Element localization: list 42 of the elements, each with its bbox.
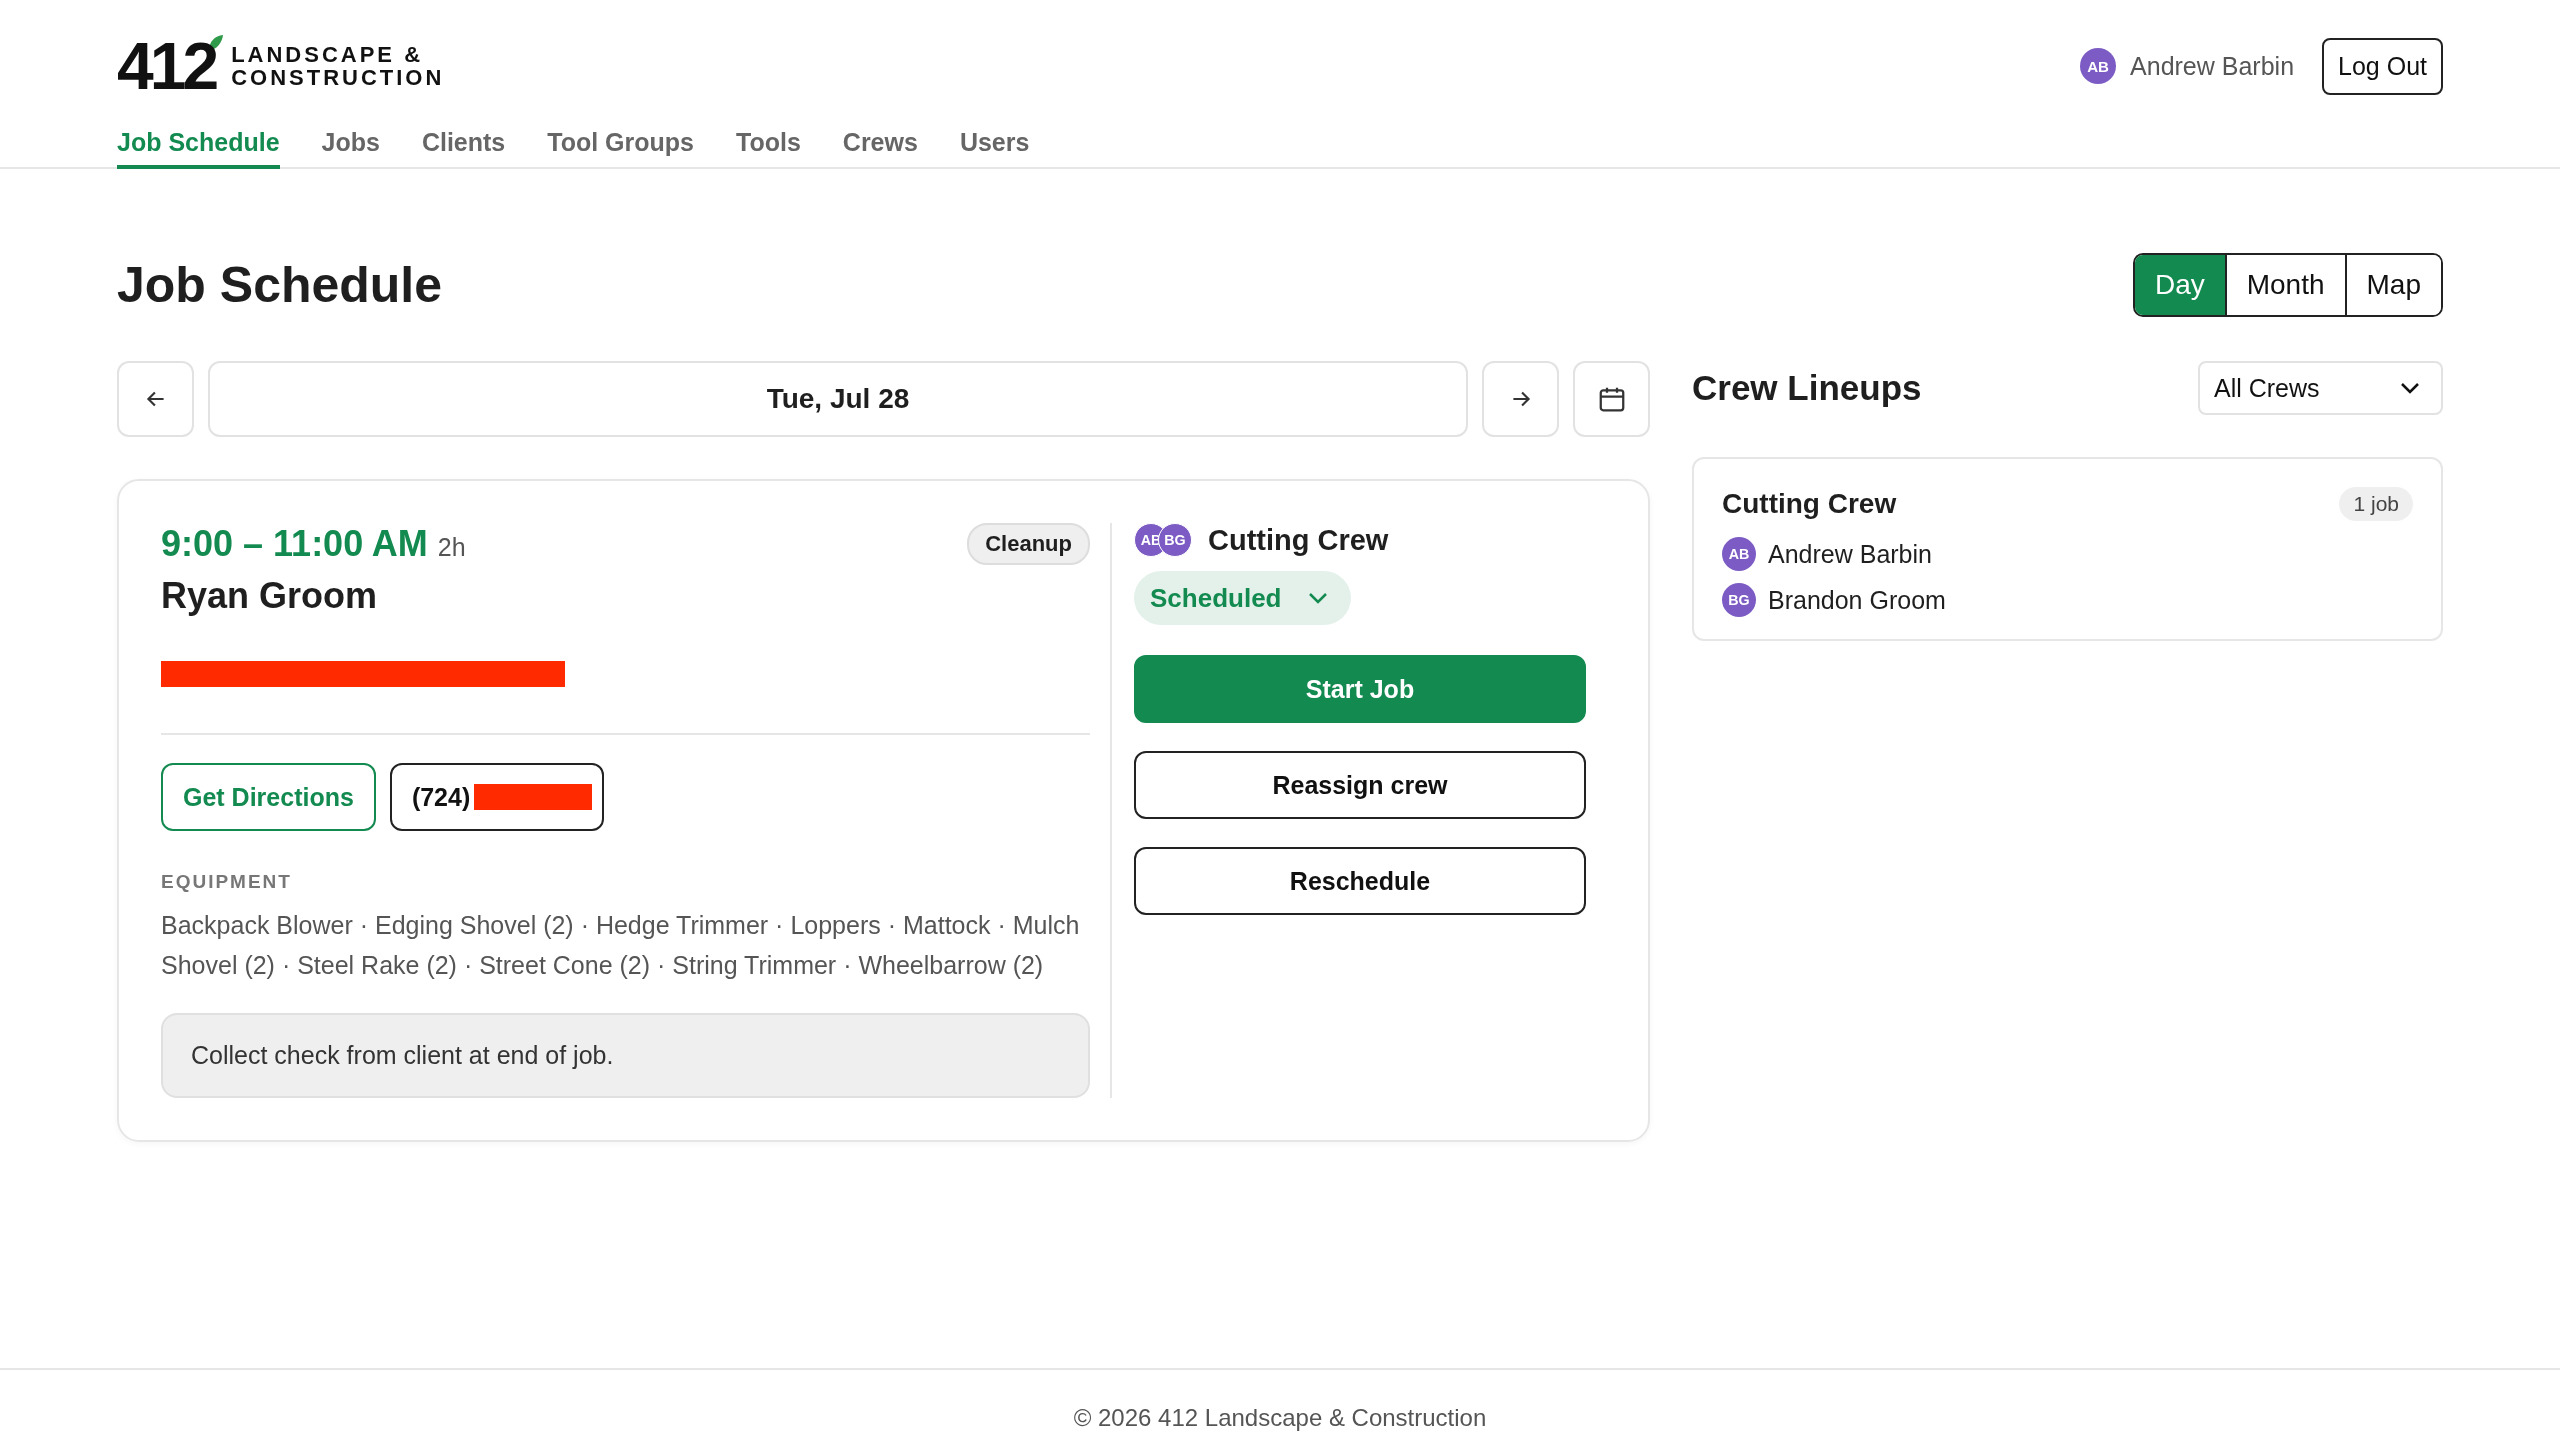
nav-tab[interactable]: Users [959, 128, 1030, 169]
copyright-text: © 2026 412 Landscape & Construction [1073, 1404, 1487, 1432]
user-avatar: AB [2080, 48, 2117, 84]
client-name: Ryan Groom [161, 575, 379, 617]
view-tab[interactable]: Map [2344, 255, 2441, 315]
nav-tab[interactable]: Jobs [321, 128, 380, 169]
next-day-button[interactable] [1482, 361, 1559, 437]
job-time: 9:00 – 11:00 AM [161, 523, 428, 564]
crew-name: Cutting Crew [1722, 488, 1897, 520]
job-type-tag: Cleanup [967, 523, 1090, 565]
nav-tab[interactable]: Clients [421, 128, 506, 169]
directions-button[interactable]: Get Directions [161, 763, 376, 831]
view-tab[interactable]: Day [2134, 255, 2225, 315]
chevron-down-icon [1307, 591, 1330, 605]
member-avatar: AB [1722, 537, 1756, 571]
page-title: Job Schedule [117, 256, 443, 314]
section-title: Crew Lineups [1692, 368, 1922, 408]
equipment-list: Backpack Blower · Edging Shovel (2) · Hedge Trimmer · Loppers · Mattock · Mulch Shovel (2) · Steel Rake (2) · Street Cone (2) · String Trimmer · Wheelbarrow (2) [161, 905, 1090, 985]
job-note: Collect check from client at end of job. [161, 1013, 1090, 1098]
nav-tab[interactable]: Job Schedule [117, 128, 280, 169]
logout-button[interactable]: Log Out [2322, 37, 2443, 95]
user-name: Andrew Barbin [2130, 51, 2295, 81]
crew-filter-dropdown[interactable]: All Crews [2198, 361, 2443, 415]
member-avatar: BG [1722, 583, 1756, 617]
previous-day-button[interactable] [117, 361, 194, 437]
member-name: Andrew Barbin [1768, 539, 1932, 569]
job-count-badge: 1 job [2339, 487, 2413, 521]
action-button[interactable]: Reassign crew [1134, 751, 1586, 819]
job-duration: 2h [437, 533, 466, 561]
nav-tab[interactable]: Tool Groups [547, 128, 694, 169]
nav-tab[interactable]: Crews [842, 128, 918, 169]
crew-name: Cutting Crew [1208, 523, 1389, 557]
status-dropdown[interactable]: Scheduled [1134, 571, 1352, 625]
action-button[interactable]: Start Job [1134, 655, 1586, 723]
date-display: Tue, Jul 28 [208, 361, 1468, 437]
chevron-down-icon [2399, 381, 2421, 395]
member-name: Brandon Groom [1768, 585, 1946, 615]
calendar-button[interactable] [1573, 361, 1650, 437]
section-label: EQUIPMENT [161, 871, 293, 893]
action-button[interactable]: Reschedule [1134, 847, 1586, 915]
nav-tab[interactable]: Tools [736, 128, 801, 169]
phone-button[interactable]: (724) [389, 763, 605, 831]
